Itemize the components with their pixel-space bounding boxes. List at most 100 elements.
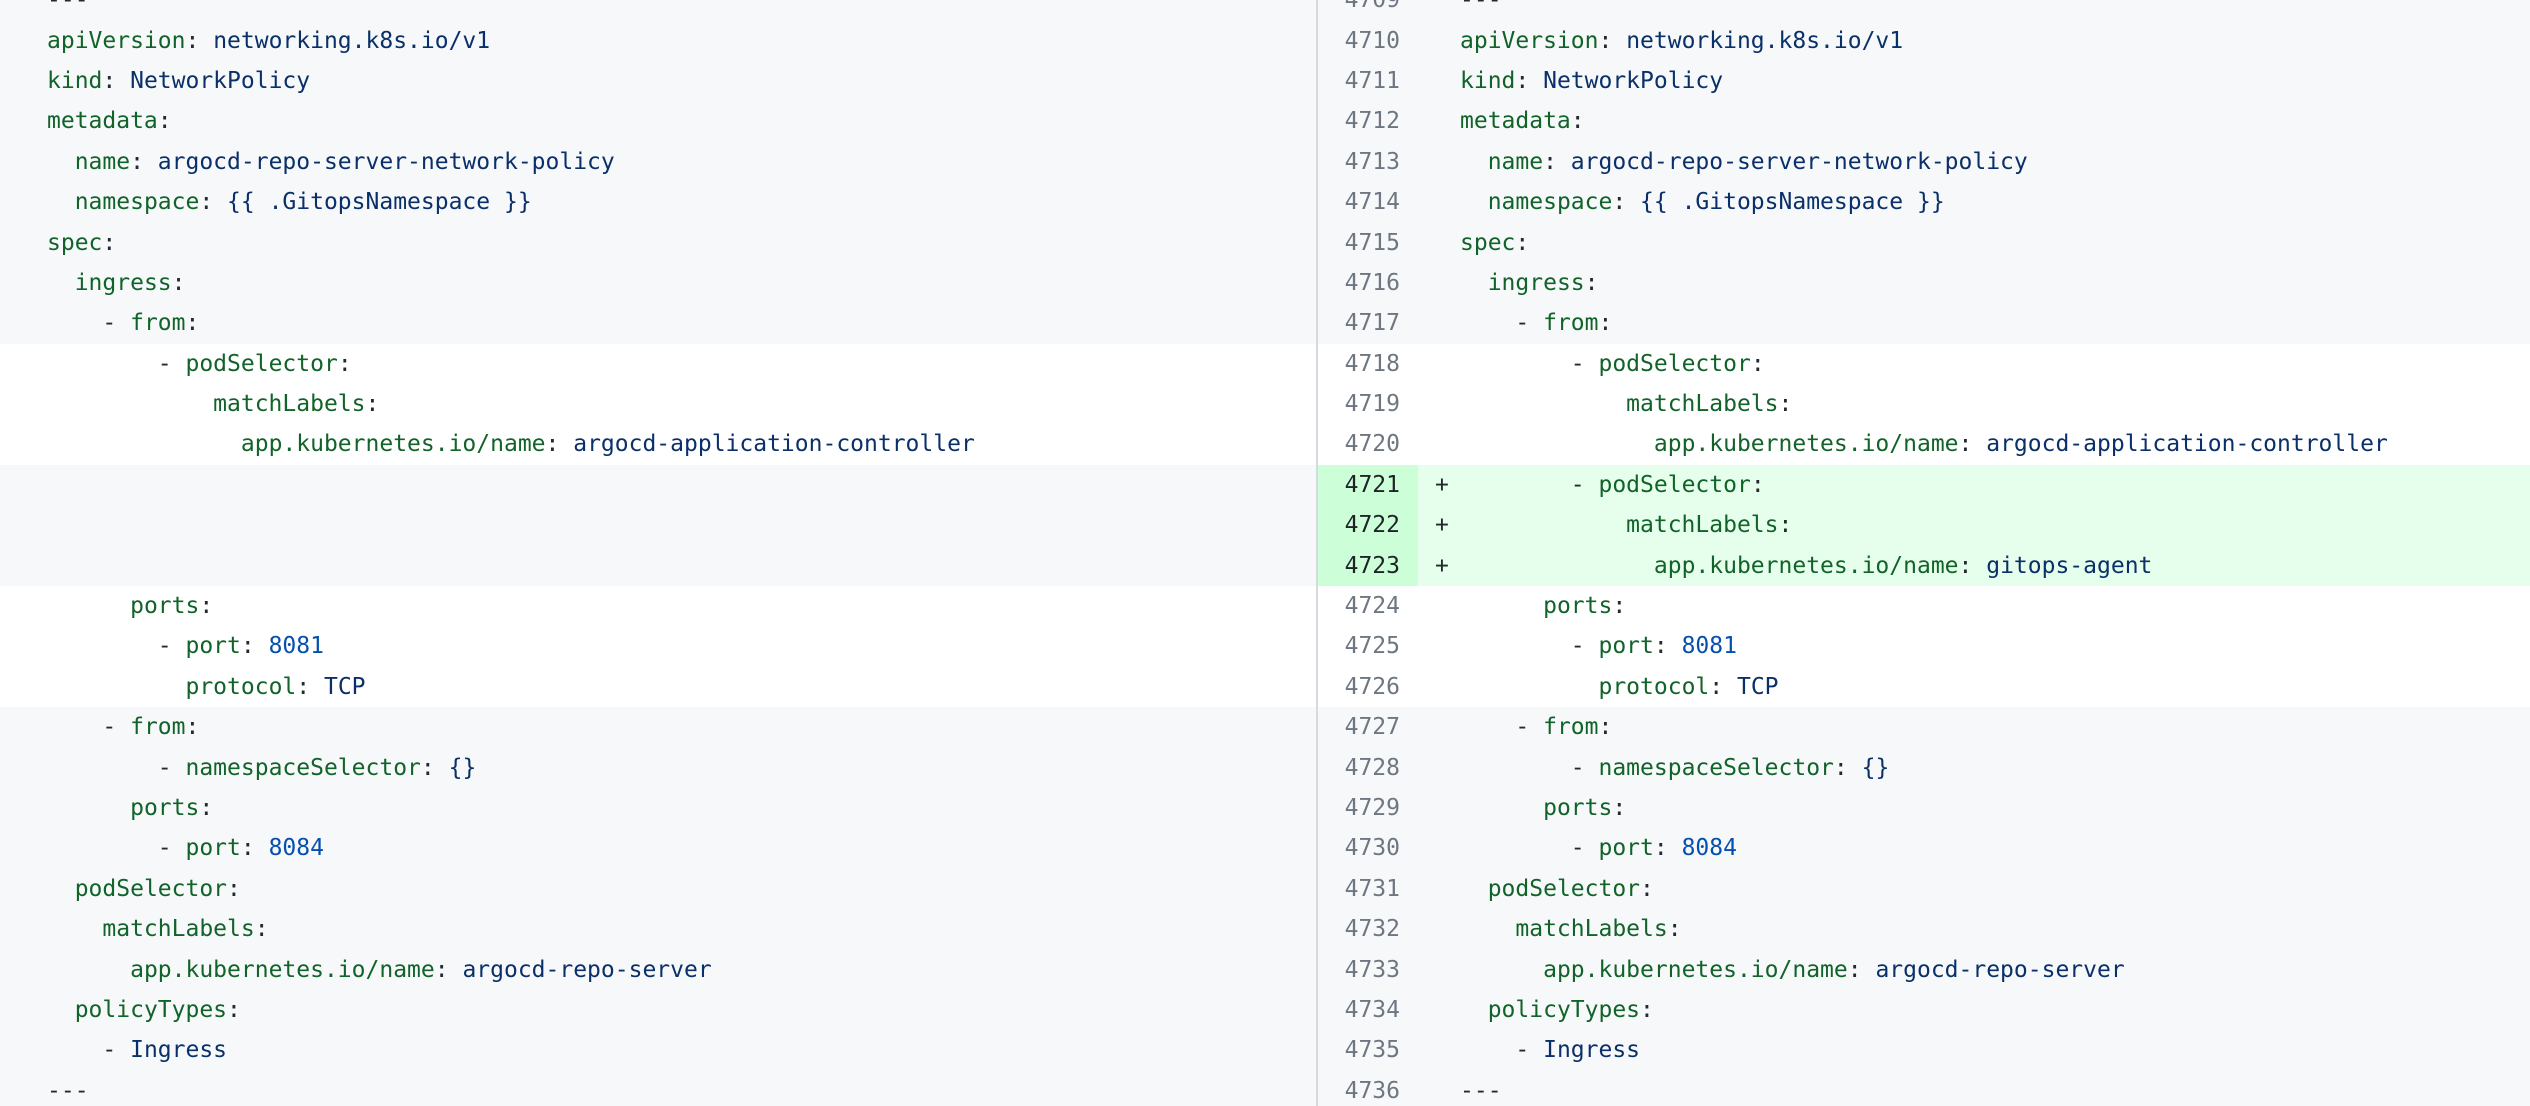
line-number[interactable]: 4733 [1318,949,1418,989]
line-number[interactable]: 4734 [1318,990,1418,1030]
code-token: policyTypes [75,997,227,1023]
code-line: - from: [0,714,199,740]
diff-row-old: matchLabels: [0,909,1316,949]
code-cell: protocol: TCP [1418,667,2530,707]
code-cell: --- [1418,1071,2530,1106]
line-number[interactable]: 4714 [1318,182,1418,222]
code-line: protocol: TCP [1418,674,1779,700]
line-number[interactable]: 4718 [1318,344,1418,384]
line-number[interactable]: 4726 [1318,667,1418,707]
line-number[interactable]: 4711 [1318,61,1418,101]
line-number[interactable]: 4724 [1318,586,1418,626]
code-token [47,876,75,902]
diff-row-old: - from: [0,303,1316,343]
diff-row-old: podSelector: [0,869,1316,909]
code-token: networking.k8s.io/v1 [1626,28,1903,54]
code-token: - [47,310,130,336]
code-token: --- [47,0,89,13]
diff-row-new: 4734 policyTypes: [1318,990,2530,1030]
code-token: : [255,916,269,942]
diff-row-new: 4729 ports: [1318,788,2530,828]
line-number[interactable]: 4729 [1318,788,1418,828]
code-line: - namespaceSelector: {} [0,755,476,781]
line-number[interactable]: 4731 [1318,869,1418,909]
diff-row-old: spec: [0,222,1316,262]
code-cell: - port: 8084 [1418,828,2530,868]
code-token: : [1779,512,1793,538]
code-token: podSelector [1598,472,1750,498]
line-number[interactable]: 4716 [1318,263,1418,303]
code-token: ingress [1488,270,1585,296]
code-cell: matchLabels: [1418,384,2530,424]
code-token: : [185,28,213,54]
code-line: app.kubernetes.io/name: argocd-repo-serv… [0,957,712,983]
diff-row-new: 4721+ - podSelector: [1318,465,2530,505]
code-token: kind [1460,68,1515,94]
code-line: - Ingress [0,1037,227,1063]
line-number[interactable]: 4721 [1318,465,1418,505]
line-number[interactable]: 4717 [1318,303,1418,343]
code-token [47,957,130,983]
code-token: : [158,108,172,134]
code-token: app.kubernetes.io/name [1654,553,1959,579]
line-number[interactable]: 4727 [1318,707,1418,747]
code-token [47,431,241,457]
line-number[interactable]: 4719 [1318,384,1418,424]
line-number[interactable]: 4730 [1318,828,1418,868]
code-token: 8084 [1682,835,1737,861]
code-cell: - podSelector: [1418,344,2530,384]
code-token: ports [130,593,199,619]
diff-row-new: 4715spec: [1318,222,2530,262]
code-cell: app.kubernetes.io/name: argocd-applicati… [1418,424,2530,464]
line-number[interactable]: 4732 [1318,909,1418,949]
code-token: 8081 [1682,633,1737,659]
line-number[interactable]: 4723 [1318,545,1418,585]
line-number[interactable]: 4715 [1318,222,1418,262]
code-token: : [241,835,269,861]
diff-row-old: ports: [0,788,1316,828]
code-token [1460,916,1515,942]
code-token: - [1460,351,1598,377]
diff-row-old: name: argocd-repo-server-network-policy [0,142,1316,182]
line-number[interactable]: 4710 [1318,20,1418,60]
line-number[interactable]: 4722 [1318,505,1418,545]
code-token: app.kubernetes.io/name [1543,957,1848,983]
diff-row-old: protocol: TCP [0,667,1316,707]
code-token [1460,553,1654,579]
diff-row-new: 4736--- [1318,1071,2530,1106]
code-line: matchLabels: [1418,512,1792,538]
code-line: spec: [0,230,116,256]
code-token: : [1709,674,1737,700]
line-number[interactable]: 4725 [1318,626,1418,666]
diff-row-new: 4711kind: NetworkPolicy [1318,61,2530,101]
code-token: networking.k8s.io/v1 [213,28,490,54]
diff-row-new: 4722 + matchLabels: [1318,505,2530,545]
line-number[interactable]: 4709 [1318,0,1418,20]
split-diff-view[interactable]: ---apiVersion: networking.k8s.io/v1kind:… [0,0,2530,1106]
diff-row-new: 4727 - from: [1318,707,2530,747]
code-token: : [1654,633,1682,659]
code-token [1460,391,1626,417]
line-number[interactable]: 4712 [1318,101,1418,141]
line-number[interactable]: 4713 [1318,142,1418,182]
line-number[interactable]: 4735 [1318,1030,1418,1070]
code-line: ports: [1418,795,1626,821]
code-token: podSelector [185,351,337,377]
code-token: : [1515,230,1529,256]
code-token: podSelector [1488,876,1640,902]
code-token: {{ .GitopsNamespace }} [227,189,532,215]
line-number[interactable]: 4736 [1318,1071,1418,1106]
line-number[interactable]: 4728 [1318,747,1418,787]
line-number[interactable]: 4720 [1318,424,1418,464]
code-token: : [185,310,199,336]
code-token: matchLabels [213,391,365,417]
code-token [47,189,75,215]
code-line: ports: [1418,593,1626,619]
code-token: : [1515,68,1543,94]
code-token: namespaceSelector [1598,755,1833,781]
code-token [47,593,130,619]
code-line: - port: 8081 [0,633,324,659]
code-token: : [1751,472,1765,498]
added-line-marker: + [1435,512,1449,538]
code-token: protocol [185,674,296,700]
